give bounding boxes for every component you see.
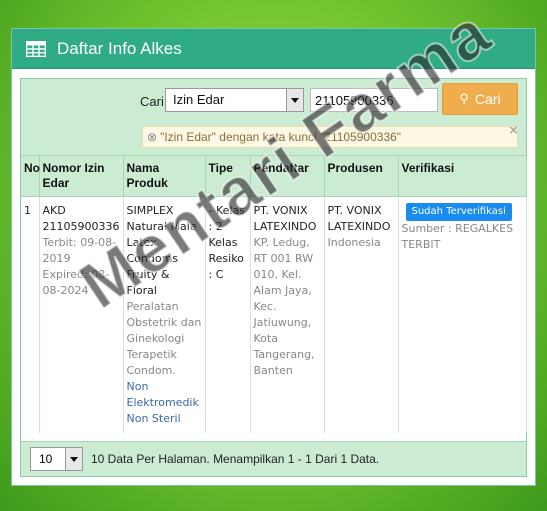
column-header-no[interactable]: No: [21, 156, 40, 197]
filter-text: "Izin Edar" dengan kata kunci "211059003…: [160, 130, 402, 144]
chevron-down-icon[interactable]: [286, 89, 303, 111]
chevron-down-icon[interactable]: [65, 448, 82, 470]
izin-nomor: 21105900336: [42, 220, 120, 233]
produsen-nama: PT. VONIX LATEXINDO: [327, 204, 391, 233]
column-header-verifikasi[interactable]: Verifikasi: [398, 156, 527, 197]
info-alkes-panel: Daftar Info Alkes Cari Izin Edar ⚲ Cari …: [11, 28, 536, 486]
search-button[interactable]: ⚲ Cari: [442, 83, 518, 115]
search-icon: ⚲: [459, 91, 469, 106]
column-header-tipe[interactable]: Tipe: [205, 156, 251, 197]
search-area: Cari Izin Edar ⚲ Cari ⊗"Izin Edar" denga…: [21, 79, 526, 156]
close-icon[interactable]: ×: [509, 127, 517, 141]
remove-filter-icon[interactable]: ⊗: [147, 130, 157, 144]
izin-terbit: Terbit: 09-08-2019: [42, 236, 117, 265]
active-filter-tag: ⊗ "Izin Edar" dengan kata kunci "21105900…: [142, 126, 518, 148]
izin-jenis: AKD: [42, 204, 66, 217]
search-keyword-input[interactable]: [310, 88, 438, 112]
column-header-nomor-izin-edar[interactable]: Nomor Izin Edar: [39, 156, 124, 197]
results-table: No Nomor Izin Edar Nama Produk Tipe Pend…: [21, 156, 527, 433]
cell-tipe: - Kelas : 2 Kelas Resiko : C: [205, 196, 251, 433]
panel-body: Cari Izin Edar ⚲ Cari ⊗"Izin Edar" denga…: [20, 78, 527, 477]
per-page-value: 10: [39, 452, 53, 466]
panel-header: Daftar Info Alkes: [12, 29, 535, 69]
verifikasi-sumber: Sumber : REGALKES TERBIT: [401, 222, 514, 251]
search-type-select[interactable]: Izin Edar: [165, 88, 304, 112]
produk-kategori: Peralatan Obstetrik dan Ginekologi Terap…: [126, 300, 202, 377]
per-page-select[interactable]: 10: [30, 447, 83, 471]
cell-nama-produk: SIMPLEX Natural Male Latex Condoms Fruit…: [123, 196, 206, 433]
column-header-pendaftar[interactable]: Pendaftar: [250, 156, 325, 197]
column-header-produsen[interactable]: Produsen: [324, 156, 399, 197]
search-type-value: Izin Edar: [173, 92, 225, 107]
cell-produsen: PT. VONIX LATEXINDO Indonesia: [324, 196, 399, 433]
table-header-row: No Nomor Izin Edar Nama Produk Tipe Pend…: [21, 156, 527, 197]
pagination-bar: 10 10 Data Per Halaman. Menampilkan 1 - …: [21, 441, 526, 476]
produk-nama: SIMPLEX Natural Male Latex Condoms Fruit…: [126, 204, 197, 297]
status-badge: Sudah Terverifikasi: [405, 203, 512, 221]
search-button-label: Cari: [474, 91, 501, 107]
cell-pendaftar: PT. VONIX LATEXINDO KP. Ledug, RT 001 RW…: [250, 196, 325, 433]
produsen-negara: Indonesia: [327, 236, 381, 249]
pagination-info: 10 Data Per Halaman. Menampilkan 1 - 1 D…: [91, 452, 380, 466]
column-header-nama-produk[interactable]: Nama Produk: [123, 156, 206, 197]
table-icon: [26, 40, 46, 57]
page-title: Daftar Info Alkes: [57, 38, 182, 58]
pendaftar-alamat: KP. Ledug, RT 001 RW 010, Kel. Alam Jaya…: [253, 236, 315, 377]
izin-expired: Expired: 08-08-2024: [42, 268, 110, 297]
table-row: 1 AKD 21105900336 Terbit: 09-08-2019 Exp…: [21, 196, 527, 433]
cell-no: 1: [21, 196, 40, 433]
produk-jenis: Non Elektromedik Non Steril: [126, 380, 199, 425]
cell-verifikasi: Sudah Terverifikasi Sumber : REGALKES TE…: [398, 196, 527, 433]
search-label: Cari: [140, 94, 164, 109]
pendaftar-nama: PT. VONIX LATEXINDO: [253, 204, 317, 233]
cell-nomor-izin: AKD 21105900336 Terbit: 09-08-2019 Expir…: [39, 196, 124, 433]
